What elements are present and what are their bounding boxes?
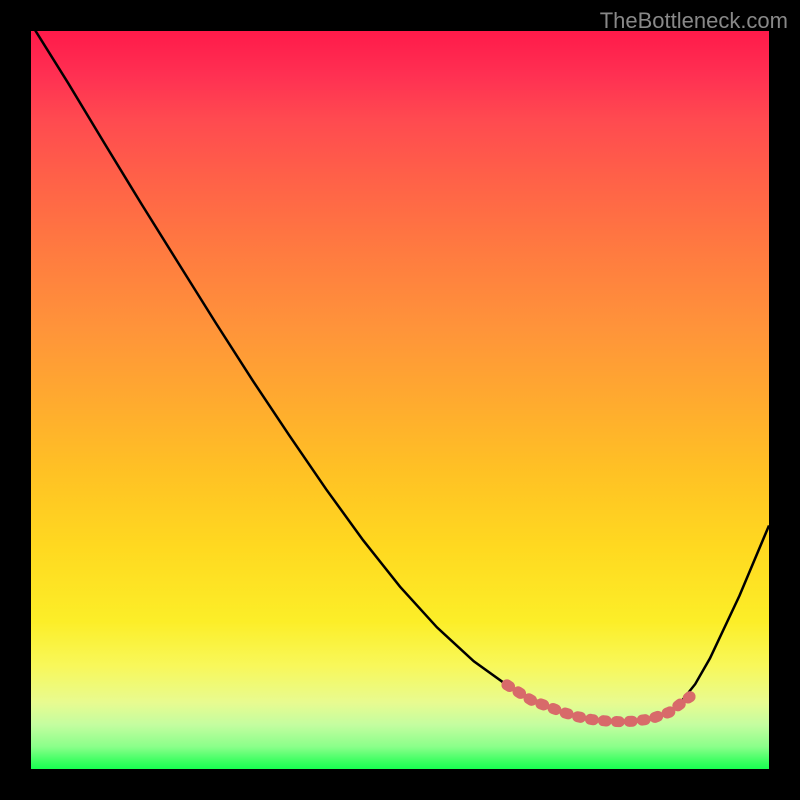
bottleneck-curve bbox=[31, 31, 769, 722]
highlight-endpoint bbox=[685, 691, 696, 702]
highlight-markers bbox=[502, 679, 696, 721]
plot-area bbox=[31, 31, 769, 769]
curve-svg bbox=[31, 31, 769, 769]
chart-container: TheBottleneck.com bbox=[0, 0, 800, 800]
highlight-endpoint bbox=[502, 679, 513, 690]
watermark-text: TheBottleneck.com bbox=[600, 8, 788, 34]
highlight-path bbox=[507, 685, 690, 722]
